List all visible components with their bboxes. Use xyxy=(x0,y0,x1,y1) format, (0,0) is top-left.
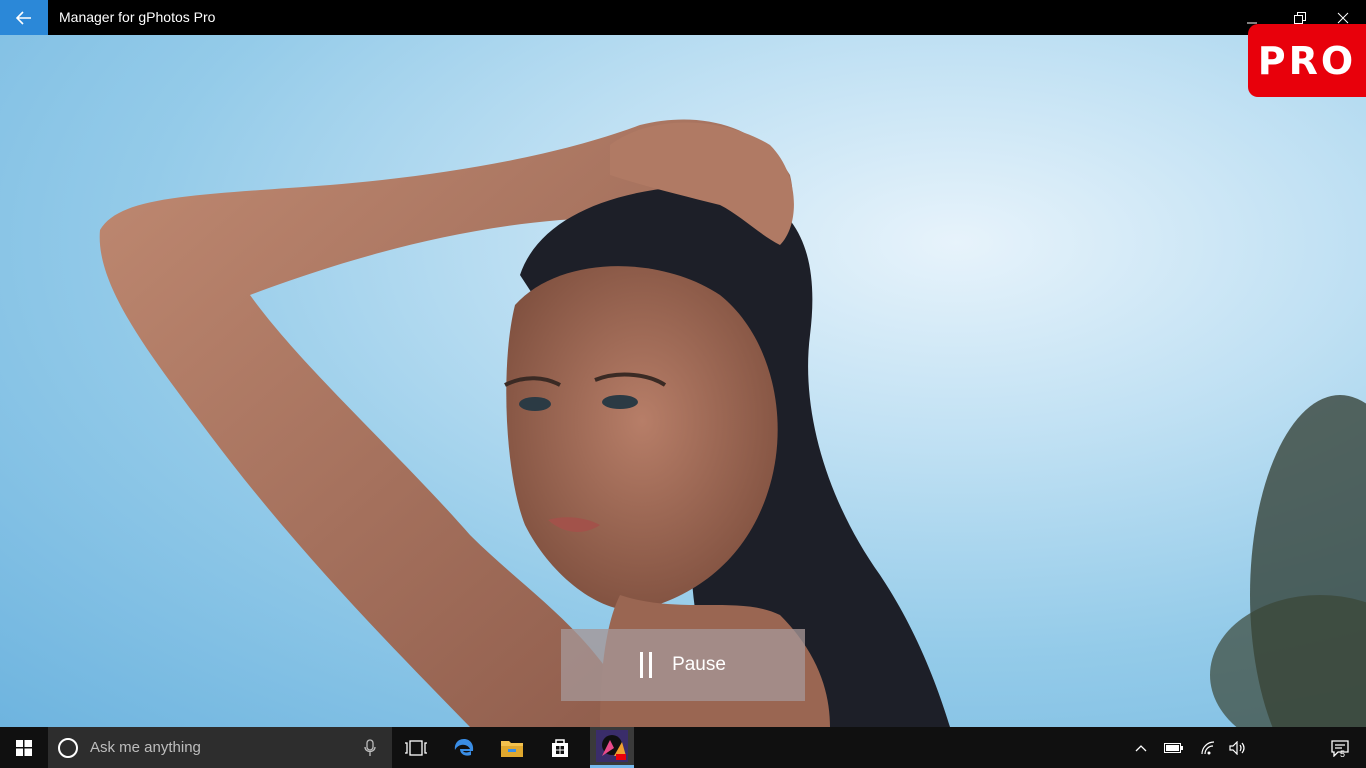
show-hidden-icons-button[interactable] xyxy=(1130,727,1152,768)
edge-icon xyxy=(454,738,474,756)
pause-button[interactable]: Pause xyxy=(561,629,805,701)
store-icon xyxy=(552,738,568,757)
search-placeholder: Ask me anything xyxy=(90,739,201,756)
back-arrow-icon xyxy=(16,10,31,25)
photo-illustration xyxy=(99,119,1366,727)
volume-button[interactable] xyxy=(1226,727,1250,768)
file-explorer-icon xyxy=(501,740,523,757)
notification-count: 5 xyxy=(1340,749,1346,759)
chevron-up-icon xyxy=(1135,744,1147,751)
app-title: Manager for gPhotos Pro xyxy=(59,9,216,25)
battery-button[interactable] xyxy=(1160,727,1188,768)
pause-icon xyxy=(640,652,654,678)
pro-badge: PRO xyxy=(1248,24,1366,97)
task-view-icon xyxy=(405,739,427,756)
search-box[interactable]: Ask me anything xyxy=(48,727,392,768)
store-button[interactable] xyxy=(536,727,584,768)
pause-label: Pause xyxy=(672,654,726,675)
title-bar: Manager for gPhotos Pro xyxy=(0,0,1366,35)
windows-logo-icon xyxy=(16,739,32,756)
gphotos-app-button[interactable] xyxy=(590,727,634,768)
back-button[interactable] xyxy=(0,0,48,35)
gphotos-app-icon xyxy=(596,730,628,762)
start-button[interactable] xyxy=(0,727,48,768)
task-view-button[interactable] xyxy=(392,727,440,768)
close-icon xyxy=(1337,12,1349,23)
battery-icon xyxy=(1164,742,1183,753)
wifi-icon xyxy=(1201,740,1215,754)
edge-button[interactable] xyxy=(440,727,488,768)
taskbar: Ask me anything 5 xyxy=(0,727,1366,768)
volume-icon xyxy=(1229,740,1245,755)
pro-badge-label: PRO xyxy=(1257,38,1357,83)
action-center-button[interactable]: 5 xyxy=(1320,727,1360,768)
slideshow-photo[interactable] xyxy=(0,35,1366,727)
file-explorer-button[interactable] xyxy=(488,727,536,768)
minimize-icon xyxy=(1247,22,1257,23)
restore-icon xyxy=(1294,11,1306,24)
network-button[interactable] xyxy=(1196,727,1220,768)
cortana-icon xyxy=(58,737,78,758)
microphone-icon[interactable] xyxy=(364,739,376,757)
